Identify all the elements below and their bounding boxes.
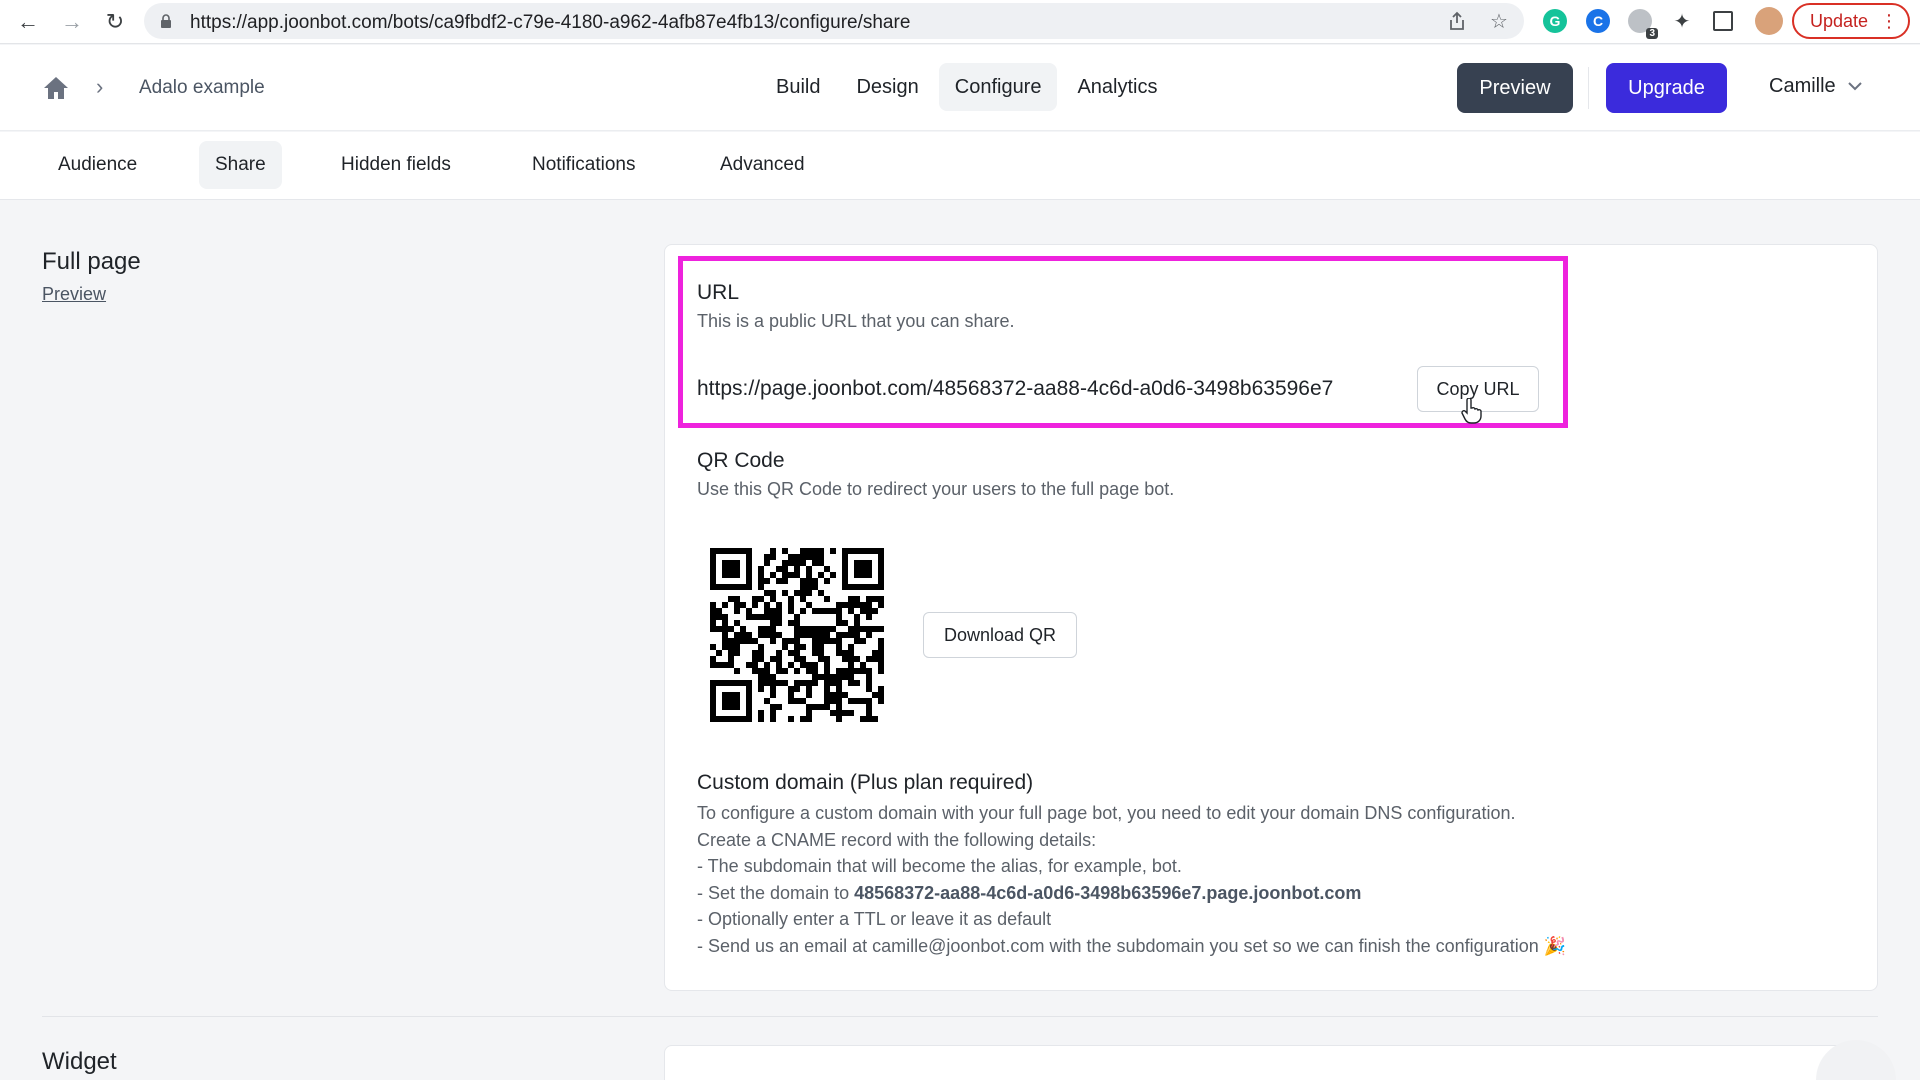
side-panel-icon[interactable] [1713,11,1733,31]
reload-icon[interactable]: ↻ [101,8,129,36]
ghost-extension-icon[interactable]: 3 [1628,9,1658,39]
widget-card [664,1045,1878,1080]
profile-avatar[interactable] [1755,7,1783,35]
extension-badge: 3 [1646,28,1658,39]
tab-build[interactable]: Build [760,63,836,111]
widget-title: Widget [42,1048,117,1075]
domain-line: To configure a custom domain with your f… [697,803,1516,823]
main-nav: Build Design Configure Analytics [760,63,1174,111]
domain-line: Create a CNAME record with the following… [697,829,1097,850]
home-icon[interactable] [42,75,70,101]
tab-hidden-fields[interactable]: Hidden fields [325,141,467,189]
divider [1588,67,1589,109]
domain-line: - Set the domain to 48568372-aa88-4c6d-a… [697,880,1566,907]
address-url[interactable]: https://app.joonbot.com/bots/ca9fbdf2-c7… [190,12,910,34]
domain-line: - Optionally enter a TTL or leave it as … [697,909,1052,930]
forward-arrow-icon[interactable]: → [58,8,86,36]
qr-title: QR Code [697,449,785,472]
full-page-preview-link[interactable]: Preview [42,284,106,305]
c-extension-icon[interactable]: C [1586,9,1610,33]
domain-line-prefix: - Set the domain to [697,882,855,903]
public-url: https://page.joonbot.com/48568372-aa88-4… [697,377,1334,400]
app-header: › Adalo example Build Design Configure A… [0,45,1920,131]
update-label: Update [1810,10,1869,31]
chevron-down-icon [1847,82,1862,91]
domain-line: - The subdomain that will become the ali… [697,856,1182,877]
custom-domain-instructions: To configure a custom domain with your f… [697,800,1566,960]
preview-button[interactable]: Preview [1457,63,1573,113]
configure-subnav: Audience Share Hidden fields Notificatio… [0,132,1920,200]
grammarly-extension-icon[interactable]: G [1543,9,1567,33]
lock-icon [161,14,171,28]
url-description: This is a public URL that you can share. [697,311,1015,331]
tab-design[interactable]: Design [840,63,934,111]
kebab-menu-icon: ⋮ [1880,11,1898,31]
tab-advanced[interactable]: Advanced [704,141,821,189]
hand-pointer-cursor-icon [1461,398,1482,424]
user-menu[interactable]: Camille [1769,75,1862,98]
chevron-right-icon: › [96,74,104,99]
bookmark-star-icon[interactable]: ☆ [1488,10,1510,33]
share-icon[interactable] [1446,10,1468,32]
back-arrow-icon[interactable]: ← [14,8,42,36]
full-page-title: Full page [42,248,141,275]
tab-analytics[interactable]: Analytics [1061,63,1173,111]
update-button[interactable]: Update ⋮ [1792,3,1910,39]
qr-code-image [710,548,884,722]
tab-configure[interactable]: Configure [938,63,1058,111]
download-qr-button[interactable]: Download QR [923,612,1077,658]
browser-toolbar: ← → ↻ https://app.joonbot.com/bots/ca9fb… [0,0,1920,44]
tab-notifications[interactable]: Notifications [516,141,652,189]
upgrade-button[interactable]: Upgrade [1606,63,1727,113]
tab-share[interactable]: Share [199,141,282,189]
qr-description: Use this QR Code to redirect your users … [697,479,1175,499]
cname-domain: 48568372-aa88-4c6d-a0d6-3498b63596e7.pag… [854,882,1362,903]
tab-audience[interactable]: Audience [42,141,153,189]
breadcrumb[interactable]: Adalo example [139,77,265,99]
url-title: URL [697,281,740,304]
domain-line: - Send us an email at camille@joonbot.co… [697,935,1567,956]
custom-domain-title: Custom domain (Plus plan required) [697,771,1034,794]
address-bar[interactable]: https://app.joonbot.com/bots/ca9fbdf2-c7… [144,3,1524,39]
puzzle-extensions-icon[interactable]: ✦ [1670,9,1694,33]
section-divider [42,1016,1878,1017]
user-name: Camille [1769,75,1836,97]
